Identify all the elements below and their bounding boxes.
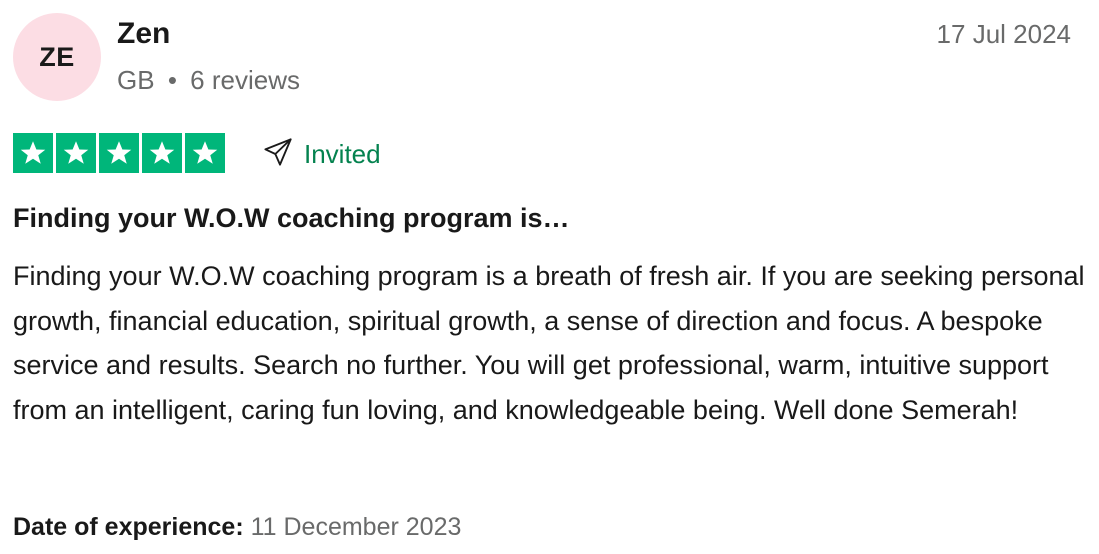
star-rating <box>13 133 225 173</box>
review-date: 17 Jul 2024 <box>936 19 1071 49</box>
star-icon <box>56 133 96 173</box>
review-title[interactable]: Finding your W.O.W coaching program is… <box>13 198 570 238</box>
star-icon <box>99 133 139 173</box>
experience-label: Date of experience: <box>13 513 244 541</box>
reviewer-review-count: 6 reviews <box>190 65 300 95</box>
meta-separator: • <box>167 65 177 95</box>
date-of-experience: Date of experience: 11 December 2023 <box>13 508 461 546</box>
paper-plane-icon <box>262 136 294 173</box>
invited-badge: Invited <box>262 134 381 174</box>
reviewer-country: GB <box>117 65 155 95</box>
avatar[interactable]: ZE <box>13 13 101 101</box>
invited-label: Invited <box>304 139 381 169</box>
experience-date: 11 December 2023 <box>250 513 462 541</box>
star-icon <box>13 133 53 173</box>
star-icon <box>185 133 225 173</box>
reviewer-name[interactable]: Zen <box>117 14 170 54</box>
review-body: Finding your W.O.W coaching program is a… <box>13 261 1085 426</box>
avatar-initials: ZE <box>39 41 75 72</box>
reviewer-meta: GB • 6 reviews <box>117 62 300 98</box>
star-icon <box>142 133 182 173</box>
